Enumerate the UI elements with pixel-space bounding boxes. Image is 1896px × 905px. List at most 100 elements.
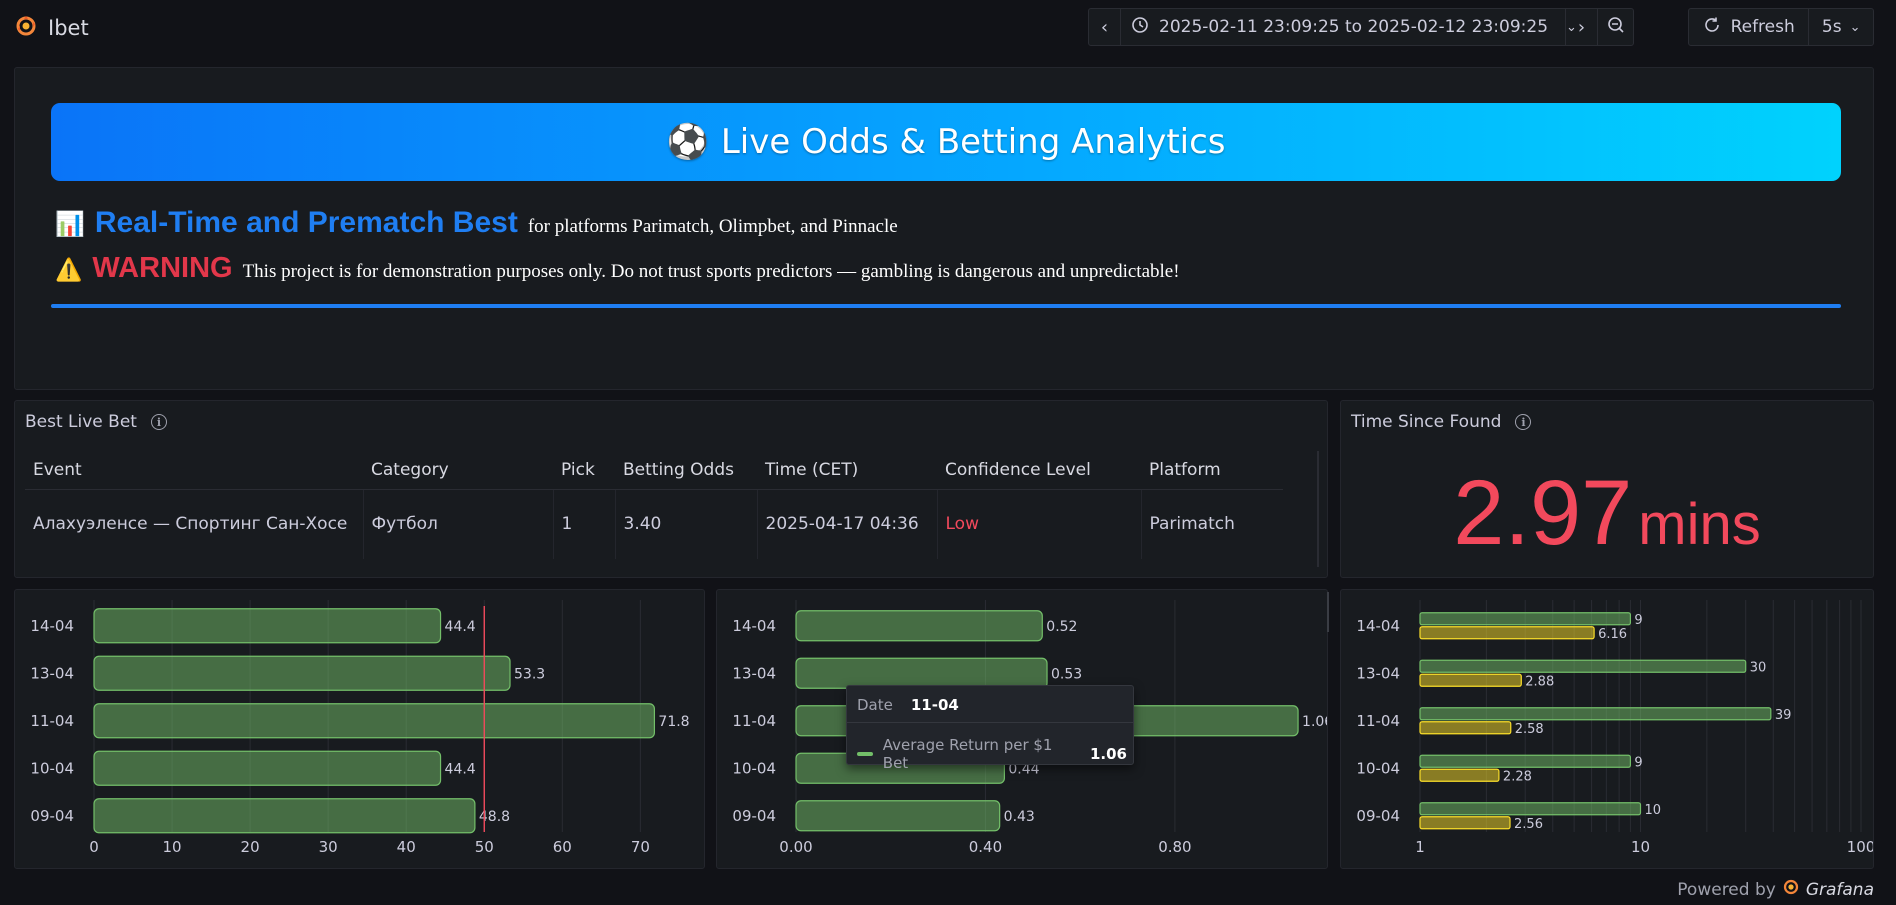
x-tick-label: 10 [163,838,182,856]
cell-time: 2025-04-17 04:36 [757,489,938,559]
zoom-out-icon [1607,16,1625,39]
stat-unit: mins [1638,492,1761,557]
time-since-found-panel: Time Since Found i 2.97 mins [1340,400,1874,578]
bar [1419,802,1642,816]
bar [93,798,476,834]
chart-panel-3: 1 10 100 14-04 9 6.16 13-04 30 2.88 11-04 39 2.58 10… [1340,589,1875,869]
bar [1419,754,1632,768]
panel-title[interactable]: Best Live Bet i [25,412,167,432]
tooltip-series-label: Average Return per $1 Bet [882,736,1053,772]
data-label: 0.53 [1051,666,1082,682]
table-header-row: Event Category Pick Betting Odds Time (C… [25,451,1283,490]
x-tick-label: 40 [397,838,416,856]
column-header[interactable]: Pick [553,451,615,490]
data-label: 39 [1775,708,1792,723]
x-tick-label: 30 [319,838,338,856]
bar [1419,659,1747,673]
column-header[interactable]: Betting Odds [615,451,757,490]
panel-title[interactable]: Time Since Found i [1351,412,1532,432]
chevron-left-icon: ‹ [1100,16,1109,38]
info-icon[interactable]: i [150,414,167,430]
series-color-swatch [857,752,873,756]
data-label: 30 [1750,660,1767,675]
x-tick-label: 0.40 [969,838,1002,856]
grafana-brand[interactable]: Grafana [1806,880,1874,900]
refresh-interval-select[interactable]: 5s ⌄ [1809,9,1873,45]
warning-heading: WARNING [92,252,233,284]
data-label: 0.43 [1004,809,1035,825]
table-scrollbar[interactable] [1317,451,1319,567]
data-label: 44.4 [445,761,476,777]
bar [93,608,442,644]
bets-table: Event Category Pick Betting Odds Time (C… [25,451,1283,559]
y-tick-label: 10-04 [1356,759,1400,777]
y-tick-label: 09-04 [30,807,74,825]
warning-icon: ⚠️ [55,258,83,283]
time-range-button[interactable]: 2025-02-11 23:09:25 to 2025-02-12 23:09:… [1121,9,1577,45]
data-label: 2.28 [1503,769,1532,784]
x-tick-label: 100 [1847,838,1873,856]
subtitle-heading: Real-Time and Prematch Best [94,206,518,239]
chart-3[interactable]: 1 10 100 14-04 9 6.16 13-04 30 2.88 11-04 39 2.58 10… [1341,590,1875,868]
best-live-bet-title: Best Live Bet [25,412,137,432]
cell-confidence: Low [937,489,1142,559]
column-header[interactable]: Event [25,451,363,490]
data-label: 0.52 [1046,619,1077,635]
top-bar: Ibet ‹ 2025-02-11 23:09:25 to 2025-02-12… [0,0,1896,55]
refresh-interval: 5s [1821,17,1842,37]
y-tick-label: 14-04 [1356,617,1400,635]
bar [1419,768,1500,782]
time-range-picker: ‹ 2025-02-11 23:09:25 to 2025-02-12 23:0… [1088,8,1634,46]
data-label: 71.8 [658,714,689,730]
time-forward-button[interactable]: › [1566,9,1597,45]
refresh-label: Refresh [1730,17,1795,37]
cell-category: Футбол [363,489,554,559]
column-header[interactable]: Platform [1141,451,1283,490]
bar [1419,626,1595,640]
chevron-down-icon: ⌄ [1849,19,1861,35]
subtitle-text: for platforms Parimatch, Olimpbet, and P… [527,216,898,237]
column-header[interactable]: Category [363,451,553,490]
data-label: 53.3 [514,666,545,682]
y-tick-label: 11-04 [30,712,74,730]
stat-value: 2.97 mins [1341,461,1873,566]
column-header[interactable]: Time (CET) [757,451,937,490]
data-label: 6.16 [1598,627,1627,642]
app-title: Ibet [48,16,89,40]
panel-resize-handle[interactable] [1327,592,1329,632]
bar [1419,707,1772,721]
y-tick-label: 10-04 [30,759,74,777]
best-live-bet-panel: Best Live Bet i Event Category Pick Bett… [14,400,1328,578]
chart-tooltip: Date 11-04 Average Return per $1 Bet 1.0… [846,685,1134,772]
info-icon[interactable]: i [1515,414,1532,430]
bar [795,610,1043,642]
bar [93,750,442,786]
clock-icon [1131,16,1149,39]
chart-1[interactable]: 0 10 20 30 40 50 60 70 14-04 44.4 13-04 53.3 11-04 71… [15,590,704,868]
cell-pick: 1 [553,489,616,559]
y-tick-label: 13-04 [732,664,776,682]
bar [1419,673,1522,687]
column-header[interactable]: Confidence Level [937,451,1141,490]
data-label: 1.06 [1302,714,1327,730]
zoom-out-button[interactable] [1598,9,1633,45]
tooltip-series-value: 1.06 [1089,745,1127,763]
data-label: 2.58 [1515,722,1544,737]
y-tick-label: 11-04 [1356,712,1400,730]
warning-row: ⚠️ WARNING This project is for demonstra… [55,252,1180,285]
data-label: 2.88 [1525,674,1554,689]
grafana-logo-icon [14,14,38,42]
y-tick-label: 09-04 [732,807,776,825]
time-back-button[interactable]: ‹ [1089,9,1120,45]
bar [1419,816,1511,830]
y-tick-label: 10-04 [732,759,776,777]
tooltip-date-value: 11-04 [910,696,959,714]
time-since-found-title: Time Since Found [1351,412,1502,432]
brand[interactable]: Ibet [14,14,89,42]
grafana-logo-icon [1782,878,1800,901]
chevron-right-icon: › [1577,16,1586,38]
tooltip-date-label: Date [857,696,893,714]
banner-title: Live Odds & Betting Analytics [720,122,1226,162]
table-row: Алахуэленсе — Спортинг Сан-Хосе Футбол 1… [25,489,1283,559]
refresh-button[interactable]: Refresh [1689,9,1808,45]
